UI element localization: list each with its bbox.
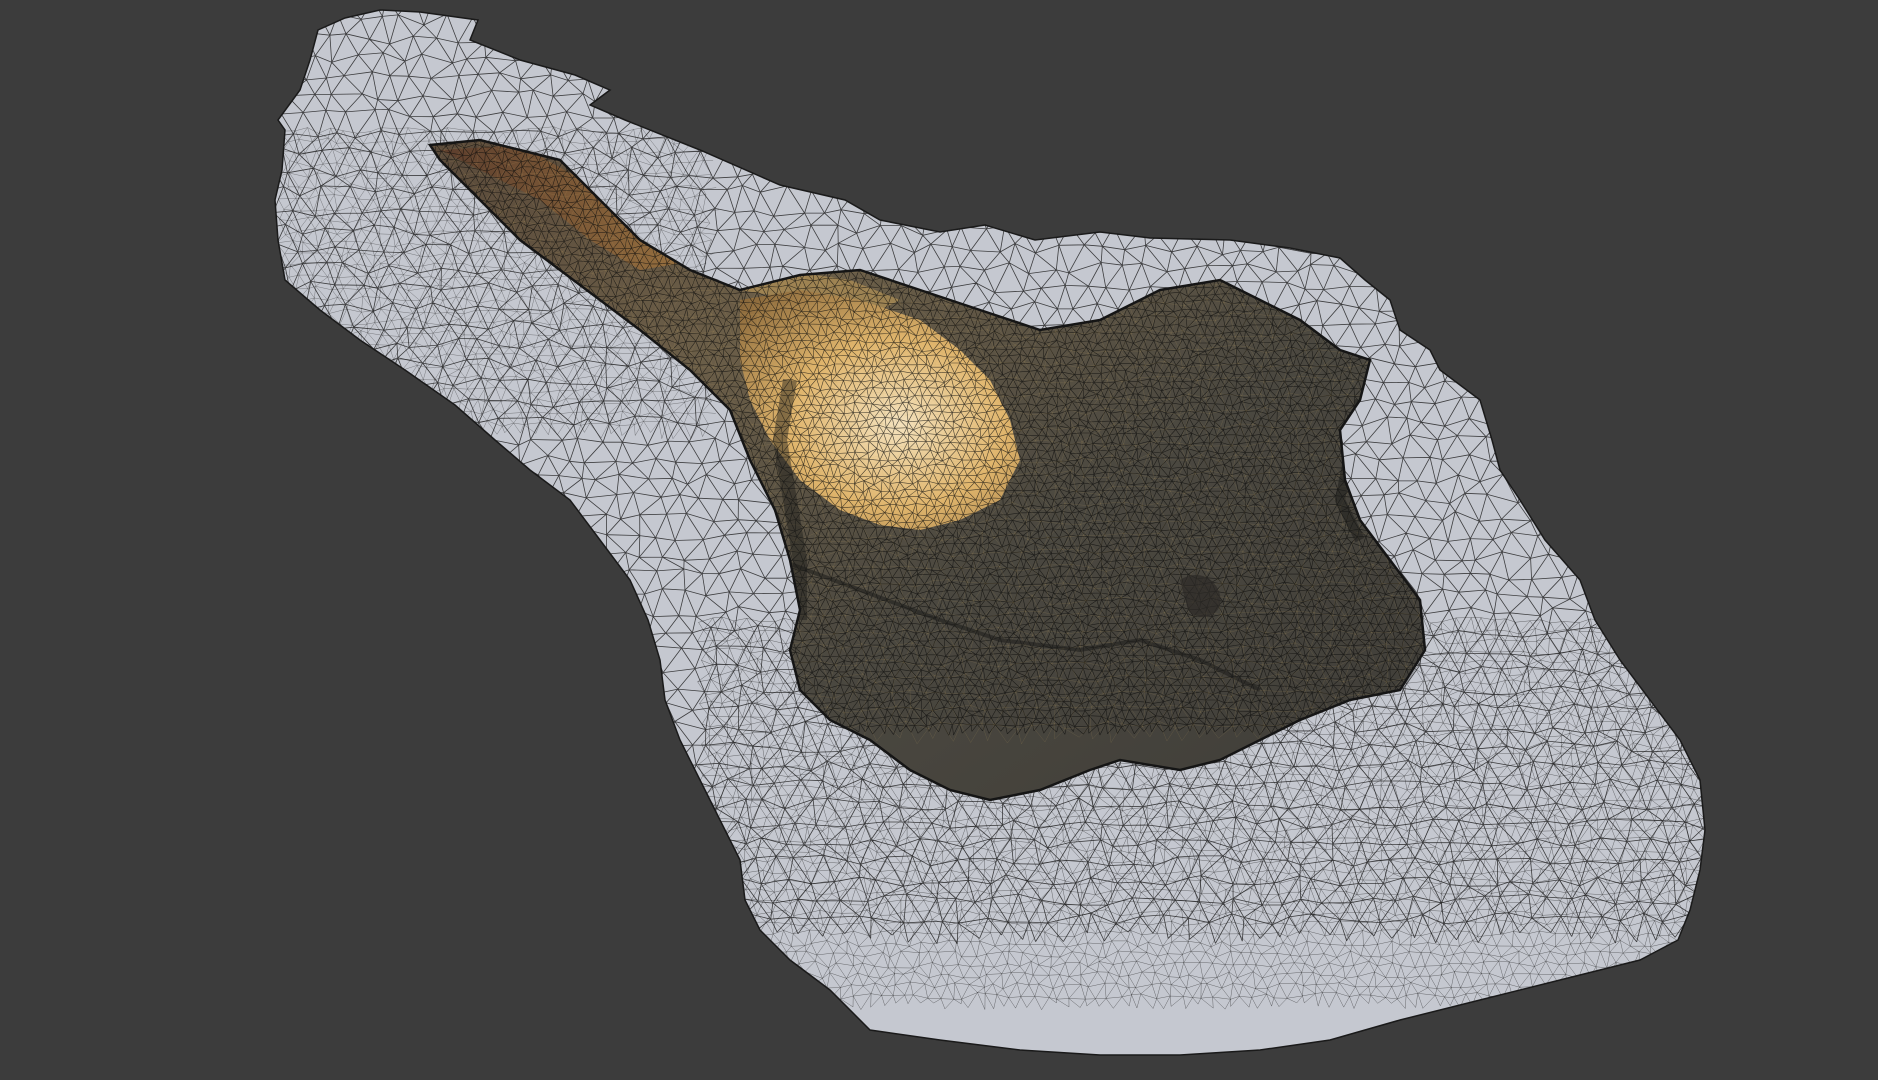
wireframe-mesh-render[interactable] bbox=[0, 0, 1878, 1080]
3d-viewport[interactable] bbox=[0, 0, 1878, 1080]
